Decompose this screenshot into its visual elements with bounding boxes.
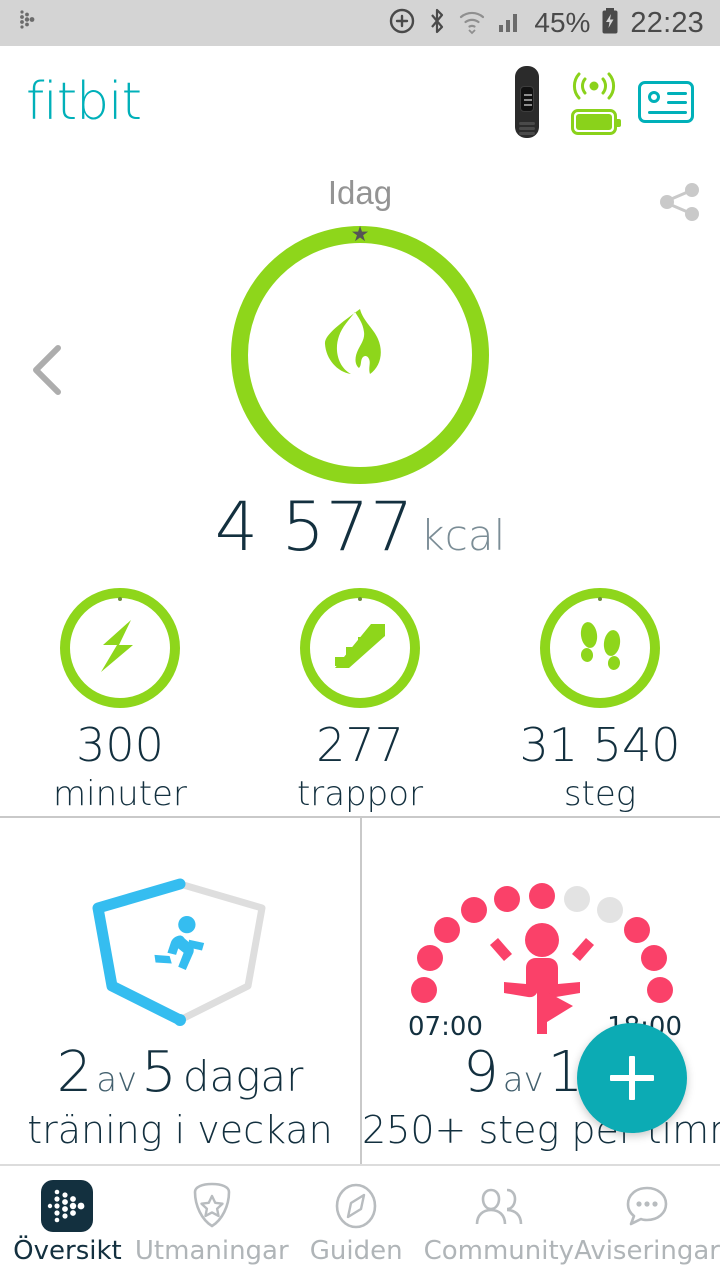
nav-label-oversikt: Översikt — [13, 1236, 122, 1266]
ring-marker-dot — [118, 597, 122, 601]
exercise-progress-row: 2av5dagar — [0, 1040, 360, 1105]
nav-label-aviseringar: Aviseringar — [574, 1236, 720, 1266]
steps-ring — [540, 588, 660, 708]
calories-value-row: 4 577kcal — [0, 488, 720, 567]
exercise-unit: dagar — [183, 1052, 304, 1101]
exercise-days-card[interactable]: 2av5dagar träning i veckan — [0, 818, 360, 1164]
tracker-battery-icon — [571, 109, 617, 135]
nav-item-oversikt[interactable]: Översikt — [0, 1166, 135, 1280]
bluetooth-icon — [427, 7, 447, 40]
secondary-stats-row: 300 minuter 277 trappor — [0, 588, 720, 814]
floors-label: trappor — [270, 774, 450, 814]
exercise-shield-icon — [0, 860, 360, 1040]
add-button[interactable] — [577, 1023, 687, 1133]
exercise-current-value: 2 — [57, 1040, 93, 1105]
ring-marker-dot — [598, 597, 602, 601]
nav-label-guiden: Guiden — [310, 1236, 403, 1266]
bottom-navigation: Översikt Utmaningar Guiden — [0, 1164, 720, 1280]
battery-charging-icon — [601, 7, 619, 40]
fitbit-dots-icon — [39, 1180, 95, 1232]
cellular-signal-icon — [497, 8, 523, 39]
status-bar-right: 45% 22:23 — [388, 7, 704, 40]
nav-label-utmaningar: Utmaningar — [135, 1236, 289, 1266]
plus-icon-vertical — [629, 1056, 635, 1100]
floors-ring — [300, 588, 420, 708]
app-header: fitbit — [0, 46, 720, 158]
nav-item-community[interactable]: Community — [424, 1166, 574, 1280]
battery-percent-label: 45% — [534, 7, 590, 39]
accessibility-icon — [388, 7, 416, 40]
status-bar-clock: 22:23 — [630, 7, 704, 40]
exercise-sub-label: träning i veckan — [0, 1108, 360, 1152]
star-icon: ★ — [351, 224, 370, 245]
exercise-goal-value: 5 — [141, 1040, 177, 1105]
date-label[interactable]: Idag — [0, 174, 720, 212]
flame-icon — [315, 305, 405, 405]
people-icon — [471, 1180, 527, 1232]
wifi-icon — [458, 7, 486, 40]
share-icon[interactable] — [656, 178, 704, 226]
active-minutes-value: 300 — [30, 718, 210, 772]
hourly-current-value: 9 — [463, 1040, 499, 1105]
fitbit-logo: fitbit — [26, 72, 141, 132]
nav-item-guiden[interactable]: Guiden — [289, 1166, 424, 1280]
hourly-start-time: 07:00 — [408, 1012, 483, 1042]
nav-label-community: Community — [424, 1236, 574, 1266]
nav-item-utmaningar[interactable]: Utmaningar — [135, 1166, 289, 1280]
celebrating-person-icon — [490, 923, 594, 1034]
header-actions — [504, 66, 694, 138]
speech-bubble-icon — [619, 1180, 675, 1232]
sync-signal-icon — [569, 70, 619, 105]
active-minutes-label: minuter — [30, 774, 210, 814]
compass-icon — [328, 1180, 384, 1232]
fitbit-tracker-icon[interactable] — [504, 66, 550, 138]
account-card-icon[interactable] — [638, 81, 694, 123]
stairs-icon — [331, 620, 389, 677]
calories-goal-ring[interactable]: ★ — [231, 226, 489, 484]
calories-unit: kcal — [420, 511, 505, 560]
stat-active-minutes[interactable]: 300 minuter — [30, 588, 210, 814]
footsteps-icon — [573, 617, 627, 680]
ring-marker-dot — [358, 597, 362, 601]
exercise-separator: av — [96, 1060, 137, 1100]
hourly-activity-icon: 07:00 18:00 — [362, 860, 720, 1040]
active-minutes-ring — [60, 588, 180, 708]
nav-item-aviseringar[interactable]: Aviseringar — [574, 1166, 720, 1280]
tracker-sync-status[interactable] — [568, 66, 620, 138]
steps-value: 31 540 — [510, 718, 690, 772]
hourly-separator: av — [503, 1060, 544, 1100]
floors-value: 277 — [270, 718, 450, 772]
chevron-left-icon[interactable] — [26, 340, 72, 400]
fitbit-app-screen: 45% 22:23 fitbit — [0, 0, 720, 1280]
shield-star-icon — [184, 1180, 240, 1232]
calories-value: 4 577 — [215, 488, 415, 567]
stat-steps[interactable]: 31 540 steg — [510, 588, 690, 814]
stat-floors[interactable]: 277 trappor — [270, 588, 450, 814]
fitbit-dots-icon — [16, 6, 46, 41]
lightning-bolt-icon — [93, 617, 147, 680]
steps-label: steg — [510, 774, 690, 814]
status-bar: 45% 22:23 — [0, 0, 720, 46]
status-bar-left — [16, 6, 46, 41]
